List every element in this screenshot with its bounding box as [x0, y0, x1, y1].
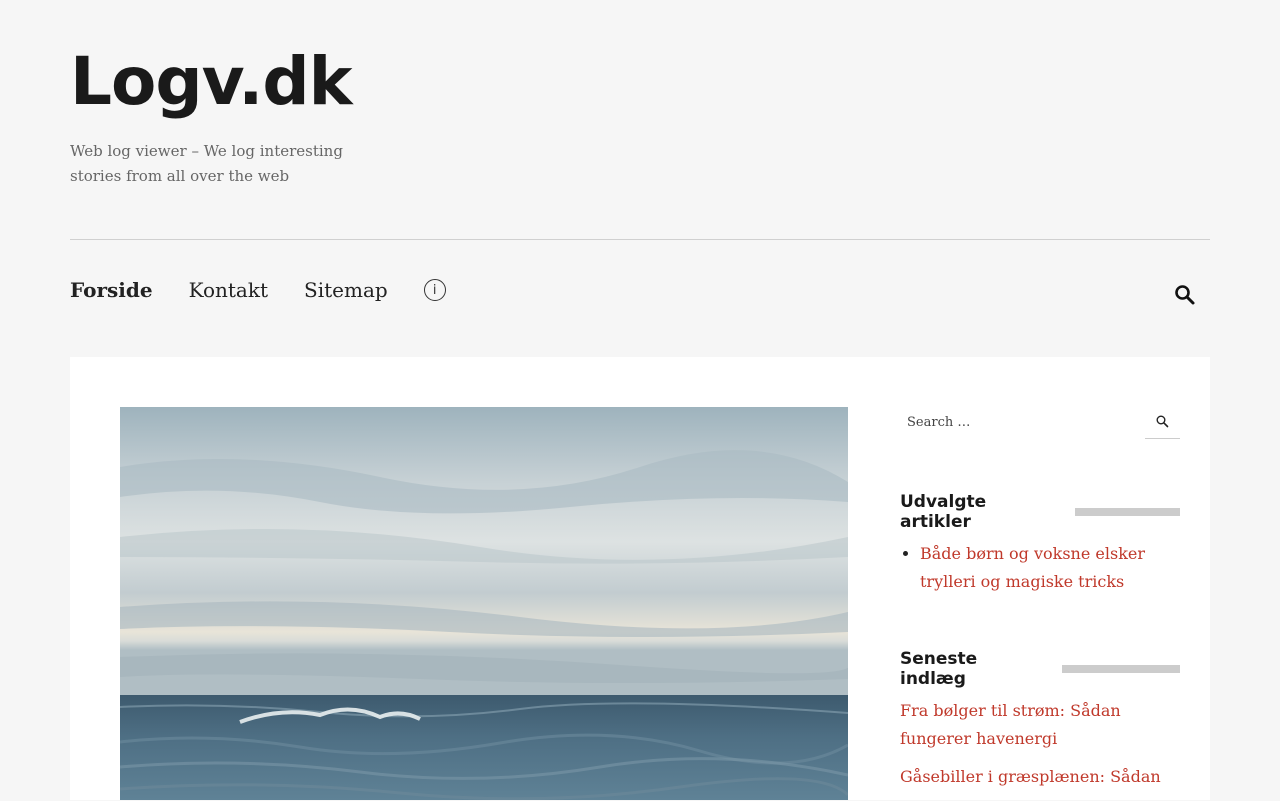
- featured-widget-title: Udvalgte artikler: [900, 492, 1180, 532]
- nav-item-kontakt[interactable]: Kontakt: [189, 278, 268, 302]
- content-area: Udvalgte artikler Både børn og voksne el…: [70, 357, 1210, 800]
- header-divider: [70, 239, 1210, 240]
- search-icon: [1156, 415, 1169, 428]
- nav-item-forside[interactable]: Forside: [70, 278, 153, 302]
- recent-post-link[interactable]: Gåsebiller i græsplænen: Sådan: [900, 767, 1161, 786]
- sidebar-search-input[interactable]: [900, 405, 1140, 439]
- site-tagline: Web log viewer – We log interesting stor…: [70, 142, 343, 185]
- recent-post-link[interactable]: Fra bølger til strøm: Sådan fungerer hav…: [900, 701, 1121, 748]
- featured-article-link[interactable]: Både børn og voksne elsker trylleri og m…: [920, 544, 1145, 591]
- main-nav: Forside Kontakt Sitemap i: [70, 278, 446, 302]
- search-icon[interactable]: [1174, 284, 1196, 306]
- title-decor-bar: [1062, 665, 1180, 673]
- info-icon[interactable]: i: [423, 279, 446, 301]
- sidebar-search-button[interactable]: [1145, 405, 1180, 439]
- list-item: Gåsebiller i græsplænen: Sådan: [900, 763, 1162, 791]
- featured-list: Både børn og voksne elsker trylleri og m…: [900, 540, 1180, 596]
- hero-image-ocean[interactable]: [120, 407, 848, 800]
- title-decor-bar: [1075, 508, 1180, 516]
- featured-widget-title-text: Udvalgte artikler: [900, 492, 987, 532]
- list-item: Fra bølger til strøm: Sådan fungerer hav…: [900, 697, 1162, 753]
- nav-item-sitemap[interactable]: Sitemap: [304, 278, 388, 302]
- sidebar-search-form: [900, 405, 1180, 440]
- recent-widget-title: Seneste indlæg: [900, 649, 1180, 689]
- list-item: Både børn og voksne elsker trylleri og m…: [920, 540, 1180, 596]
- site-title[interactable]: Logv.dk: [70, 45, 352, 119]
- recent-widget-title-text: Seneste indlæg: [900, 649, 978, 689]
- recent-posts-list: Fra bølger til strøm: Sådan fungerer hav…: [900, 697, 1162, 801]
